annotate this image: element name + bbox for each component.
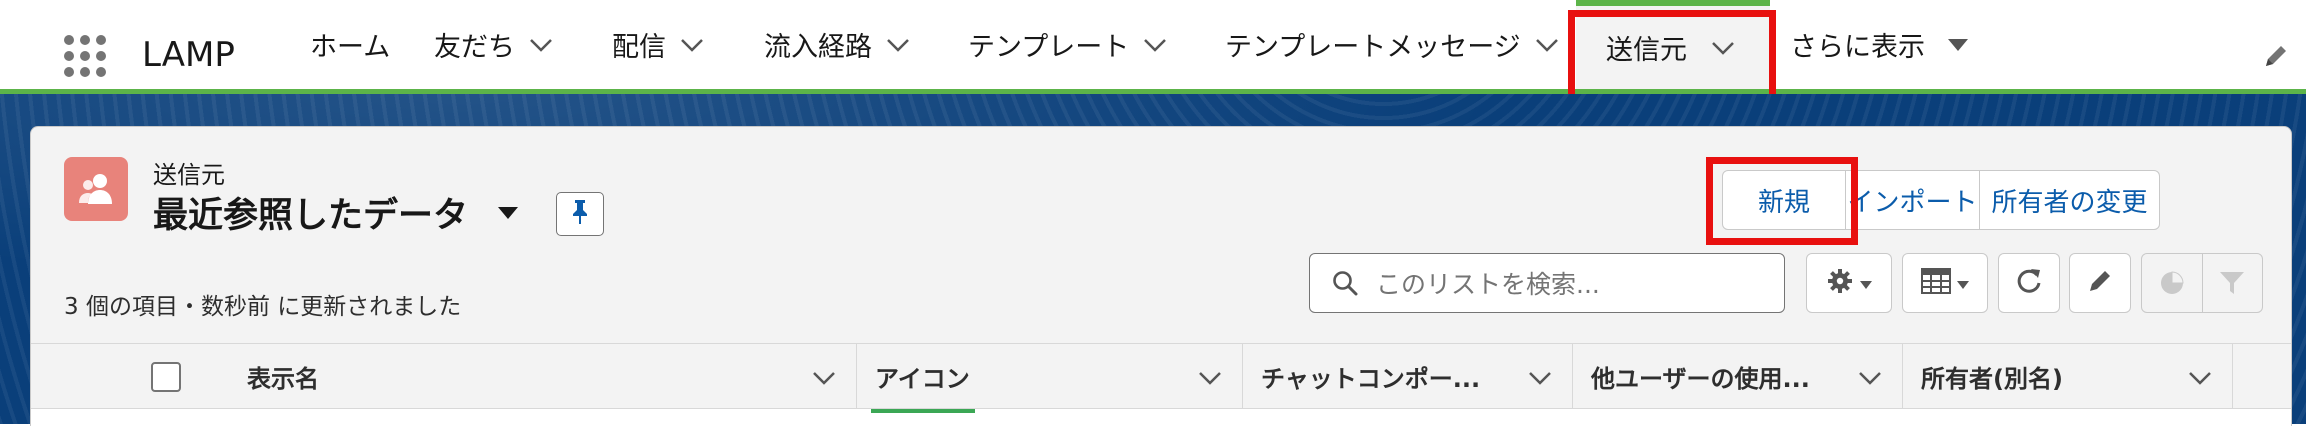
nav-item-label: 送信元 bbox=[1606, 35, 1687, 66]
nav-item-home[interactable]: ホーム bbox=[310, 0, 390, 89]
select-all-checkbox[interactable] bbox=[151, 362, 181, 392]
caret-down-icon bbox=[1860, 274, 1872, 293]
chevron-down-icon[interactable] bbox=[1528, 364, 1552, 392]
inline-edit-button[interactable] bbox=[2069, 253, 2131, 313]
list-search-box bbox=[1309, 253, 1785, 313]
table-body bbox=[31, 409, 2291, 429]
import-button[interactable]: インポート bbox=[1845, 171, 1979, 229]
object-label: 送信元 bbox=[153, 161, 225, 189]
nav-item-template-message[interactable]: テンプレートメッセージ bbox=[1225, 0, 1559, 89]
column-header-label: アイコン bbox=[875, 364, 970, 393]
contact-icon bbox=[64, 157, 128, 221]
chevron-down-icon[interactable] bbox=[1143, 37, 1167, 53]
search-icon bbox=[1332, 270, 1358, 300]
app-launcher-waffle-icon[interactable] bbox=[64, 35, 108, 79]
column-header-display-name[interactable]: 表示名 bbox=[203, 344, 857, 408]
list-table-header: 表示名 アイコン チャットコンポー... 他ユーザーの使用... 所有者(別名) bbox=[31, 343, 2291, 409]
edit-nav-pencil-icon[interactable] bbox=[2262, 42, 2290, 74]
new-button[interactable]: 新規 bbox=[1723, 171, 1845, 229]
chart-filter-button-group bbox=[2141, 253, 2263, 313]
chevron-down-icon[interactable] bbox=[2188, 364, 2212, 392]
column-header-label: 表示名 bbox=[247, 364, 319, 393]
gear-icon bbox=[1826, 267, 1854, 299]
pencil-icon bbox=[2086, 267, 2114, 299]
display-as-button[interactable] bbox=[1902, 253, 1988, 313]
chevron-down-icon[interactable] bbox=[680, 37, 704, 53]
filter-icon[interactable] bbox=[2203, 270, 2263, 296]
nav-item-label: 友だち bbox=[434, 32, 515, 63]
list-settings-button[interactable] bbox=[1806, 253, 1892, 313]
column-header-owner-alias[interactable]: 所有者(別名) bbox=[1903, 344, 2233, 408]
caret-down-icon[interactable] bbox=[1947, 38, 1969, 52]
column-header-label: 他ユーザーの使用... bbox=[1591, 364, 1810, 393]
nav-item-sender[interactable]: 送信元 bbox=[1576, 0, 1770, 89]
chevron-down-icon[interactable] bbox=[1711, 40, 1735, 56]
nav-item-friends[interactable]: 友だち bbox=[434, 0, 553, 89]
nav-item-label: テンプレートメッセージ bbox=[1225, 32, 1521, 63]
list-view-switcher-caret-icon[interactable] bbox=[497, 205, 519, 224]
chevron-down-icon[interactable] bbox=[529, 37, 553, 53]
nav-item-label: テンプレート bbox=[968, 32, 1130, 63]
chevron-down-icon[interactable] bbox=[1535, 37, 1559, 53]
change-owner-button[interactable]: 所有者の変更 bbox=[1979, 171, 2159, 229]
column-header-chat-component[interactable]: チャットコンポー... bbox=[1243, 344, 1573, 408]
column-header-label: 所有者(別名) bbox=[1921, 364, 2063, 393]
nav-item-label: さらに表示 bbox=[1790, 32, 1925, 63]
pin-list-button[interactable] bbox=[556, 192, 604, 236]
table-icon bbox=[1921, 268, 1951, 298]
chevron-down-icon[interactable] bbox=[812, 364, 836, 392]
nav-item-delivery[interactable]: 配信 bbox=[612, 0, 704, 89]
global-nav-bar: LAMP ホーム 友だち 配信 流入経路 テンプレート テンプレートメッセージ … bbox=[0, 0, 2306, 104]
pie-chart-icon[interactable] bbox=[2142, 254, 2203, 312]
column-header-label: チャットコンポー... bbox=[1261, 364, 1481, 393]
app-name: LAMP bbox=[142, 35, 235, 75]
nav-item-inflow-route[interactable]: 流入経路 bbox=[764, 0, 910, 89]
list-view-card: 送信元 最近参照したデータ 3 個の項目・数秒前 に更新されました 新規 インポ… bbox=[30, 126, 2292, 429]
nav-item-label: ホーム bbox=[310, 32, 391, 63]
caret-down-icon bbox=[1957, 274, 1969, 293]
nav-item-template[interactable]: テンプレート bbox=[968, 0, 1167, 89]
nav-item-label: 流入経路 bbox=[764, 32, 872, 63]
list-actions-button-group: 新規 インポート 所有者の変更 bbox=[1722, 170, 2160, 230]
nav-item-more[interactable]: さらに表示 bbox=[1790, 0, 1969, 89]
pin-icon bbox=[570, 198, 590, 230]
refresh-icon bbox=[2015, 267, 2043, 299]
column-header-other-user-usage[interactable]: 他ユーザーの使用... bbox=[1573, 344, 1903, 408]
column-header-icon[interactable]: アイコン bbox=[857, 344, 1243, 408]
chevron-down-icon[interactable] bbox=[1198, 364, 1222, 392]
refresh-button[interactable] bbox=[1998, 253, 2060, 313]
row-indicator bbox=[871, 409, 975, 413]
nav-item-label: 配信 bbox=[612, 32, 666, 63]
list-status-text: 3 個の項目・数秒前 に更新されました bbox=[64, 294, 462, 320]
chevron-down-icon[interactable] bbox=[1858, 364, 1882, 392]
chevron-down-icon[interactable] bbox=[886, 37, 910, 53]
list-search-input[interactable] bbox=[1374, 264, 1774, 304]
list-view-title[interactable]: 最近参照したデータ bbox=[153, 187, 468, 238]
